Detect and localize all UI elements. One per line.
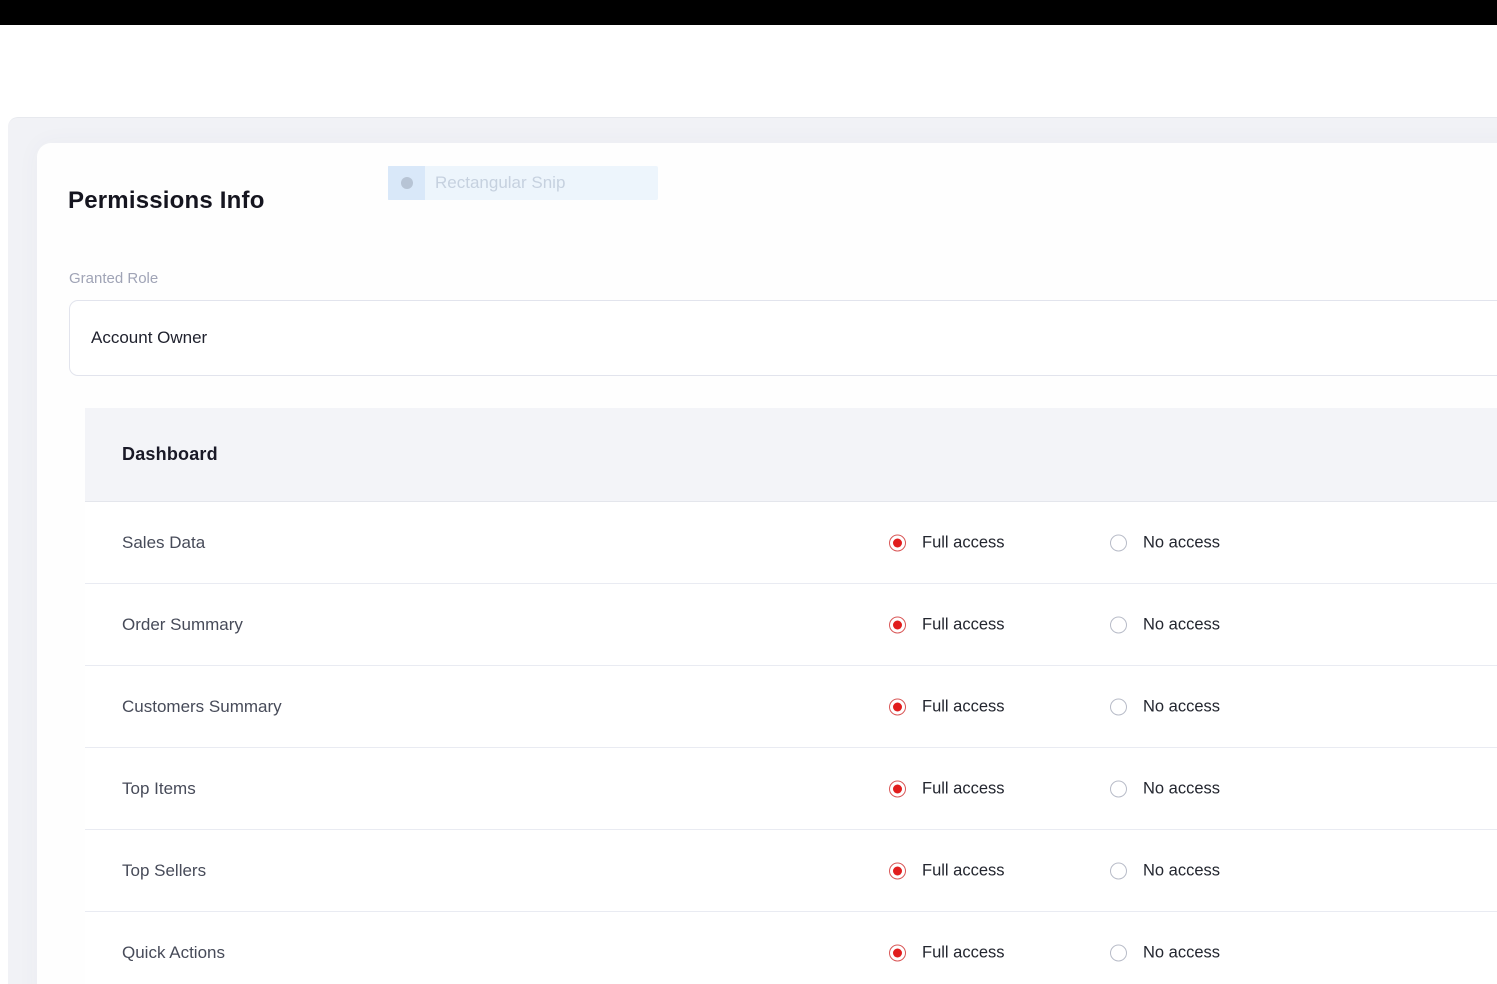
table-section-header-label: Dashboard <box>122 444 218 465</box>
rectangular-snip-icon <box>401 177 413 189</box>
full-access-radio[interactable] <box>889 862 906 879</box>
table-row: Order Summary Full access No access <box>85 584 1497 666</box>
table-section-header: Dashboard <box>85 408 1497 502</box>
full-access-radio[interactable] <box>889 534 906 551</box>
permissions-table-body: Sales Data Full access No access Order S… <box>85 502 1497 984</box>
no-access-option[interactable]: No access <box>1110 779 1220 798</box>
full-access-radio[interactable] <box>889 780 906 797</box>
permission-name: Top Items <box>122 779 196 799</box>
no-access-radio[interactable] <box>1110 698 1127 715</box>
permissions-card: Rectangular Snip Permissions Info Grante… <box>37 143 1497 984</box>
no-access-label: No access <box>1143 943 1220 962</box>
full-access-option[interactable]: Full access <box>889 533 1005 552</box>
full-access-radio[interactable] <box>889 698 906 715</box>
permission-name: Customers Summary <box>122 697 282 717</box>
no-access-option[interactable]: No access <box>1110 533 1220 552</box>
no-access-radio[interactable] <box>1110 616 1127 633</box>
page-title: Permissions Info <box>68 187 265 215</box>
no-access-label: No access <box>1143 697 1220 716</box>
no-access-option[interactable]: No access <box>1110 861 1220 880</box>
top-black-bar <box>0 0 1497 25</box>
no-access-label: No access <box>1143 779 1220 798</box>
snip-tooltip-label: Rectangular Snip <box>435 173 565 193</box>
no-access-label: No access <box>1143 615 1220 634</box>
no-access-label: No access <box>1143 533 1220 552</box>
full-access-option[interactable]: Full access <box>889 615 1005 634</box>
permission-name: Order Summary <box>122 615 243 635</box>
full-access-option[interactable]: Full access <box>889 697 1005 716</box>
full-access-option[interactable]: Full access <box>889 943 1005 962</box>
permission-name: Quick Actions <box>122 943 225 963</box>
table-row: Sales Data Full access No access <box>85 502 1497 584</box>
no-access-radio[interactable] <box>1110 780 1127 797</box>
full-access-option[interactable]: Full access <box>889 861 1005 880</box>
table-row: Top Sellers Full access No access <box>85 830 1497 912</box>
full-access-radio[interactable] <box>889 944 906 961</box>
full-access-label: Full access <box>922 779 1005 798</box>
full-access-label: Full access <box>922 861 1005 880</box>
permission-name: Sales Data <box>122 533 205 553</box>
snip-icon-box <box>388 166 425 200</box>
permissions-table: Dashboard Sales Data Full access No acce… <box>85 408 1497 984</box>
granted-role-label: Granted Role <box>69 270 158 287</box>
no-access-label: No access <box>1143 861 1220 880</box>
table-row: Top Items Full access No access <box>85 748 1497 830</box>
granted-role-input[interactable] <box>69 300 1497 376</box>
full-access-label: Full access <box>922 533 1005 552</box>
full-access-radio[interactable] <box>889 616 906 633</box>
no-access-option[interactable]: No access <box>1110 943 1220 962</box>
full-access-option[interactable]: Full access <box>889 779 1005 798</box>
table-row: Quick Actions Full access No access <box>85 912 1497 984</box>
full-access-label: Full access <box>922 943 1005 962</box>
no-access-radio[interactable] <box>1110 534 1127 551</box>
snip-tool-tooltip: Rectangular Snip <box>388 166 658 200</box>
no-access-radio[interactable] <box>1110 862 1127 879</box>
full-access-label: Full access <box>922 697 1005 716</box>
no-access-option[interactable]: No access <box>1110 615 1220 634</box>
table-row: Customers Summary Full access No access <box>85 666 1497 748</box>
no-access-option[interactable]: No access <box>1110 697 1220 716</box>
full-access-label: Full access <box>922 615 1005 634</box>
permission-name: Top Sellers <box>122 861 206 881</box>
no-access-radio[interactable] <box>1110 944 1127 961</box>
